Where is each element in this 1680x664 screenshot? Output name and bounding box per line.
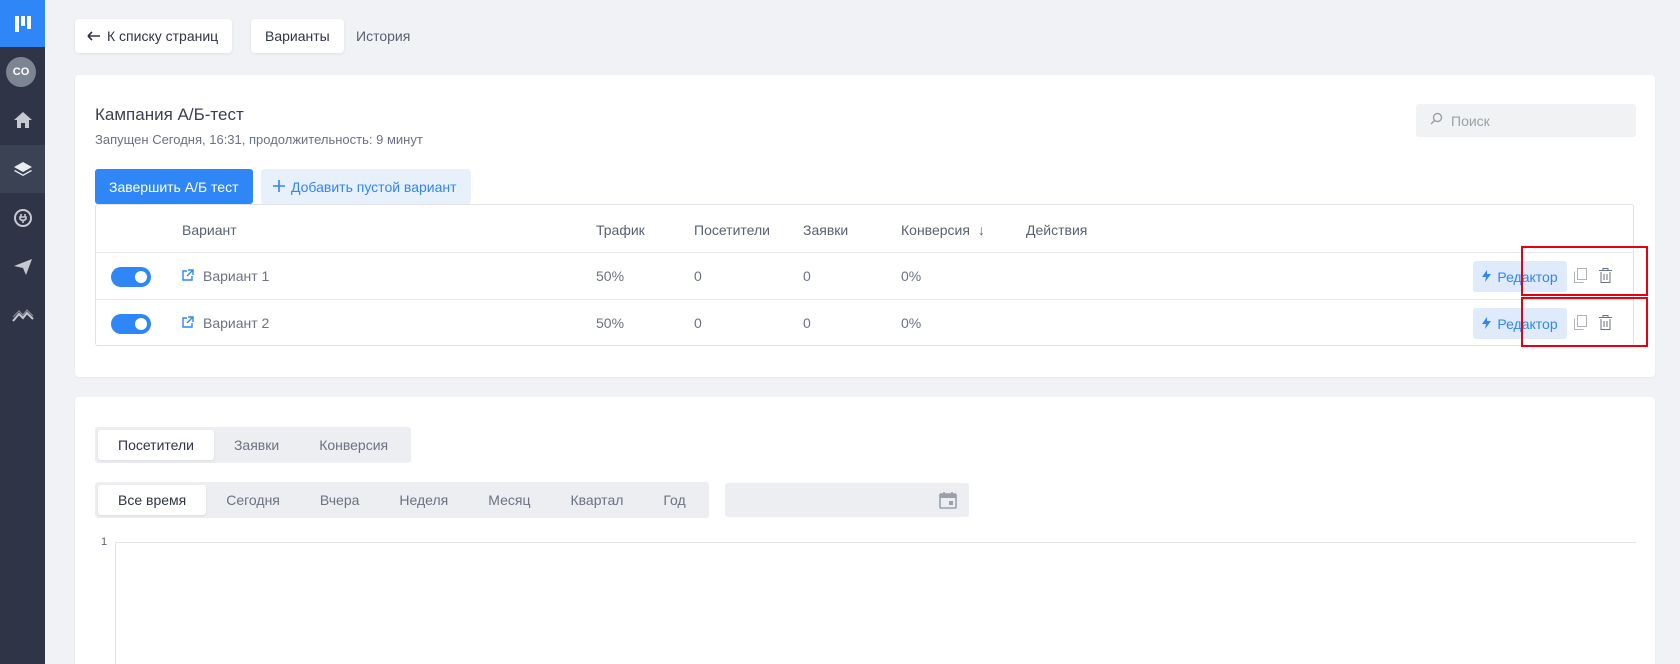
copy-icon[interactable]: [1574, 315, 1587, 335]
period-yesterday[interactable]: Вчера: [300, 485, 380, 515]
back-to-pages-button[interactable]: К списку страниц: [75, 19, 233, 53]
campaign-subtitle: Запущен Сегодня, 16:31, продолжительност…: [95, 132, 423, 147]
calendar-icon: [939, 491, 957, 514]
variant-traffic: 50%: [596, 315, 625, 331]
tab-variants[interactable]: Варианты: [251, 19, 344, 53]
copy-icon[interactable]: [1574, 268, 1587, 288]
external-link-icon[interactable]: [181, 269, 194, 287]
search-box[interactable]: [1416, 104, 1636, 137]
trash-icon[interactable]: [1599, 268, 1612, 288]
tab-visitors[interactable]: Посетители: [98, 430, 214, 460]
sort-desc-icon: ↓: [977, 222, 985, 238]
layers-icon[interactable]: [0, 145, 45, 193]
variant-visitors: 0: [694, 268, 702, 284]
lightning-icon: [1482, 316, 1492, 332]
header-leads: Заявки: [803, 222, 849, 238]
period-month[interactable]: Месяц: [468, 485, 550, 515]
period-all-time[interactable]: Все время: [98, 485, 207, 515]
chart-gridline: [115, 542, 1636, 543]
sidebar: CO: [0, 0, 45, 664]
tab-conversion[interactable]: Конверсия: [299, 430, 408, 460]
period-year[interactable]: Год: [643, 485, 705, 515]
header-actions: Действия: [1026, 222, 1088, 238]
search-input[interactable]: [1451, 112, 1621, 129]
variant-toggle[interactable]: [111, 267, 151, 287]
date-range-picker[interactable]: [725, 483, 969, 517]
variant-traffic: 50%: [596, 268, 625, 284]
tab-leads[interactable]: Заявки: [214, 430, 299, 460]
avatar[interactable]: CO: [6, 57, 36, 87]
page-title: Кампания А/Б-тест: [95, 105, 244, 124]
variant-toggle[interactable]: [111, 314, 151, 334]
header-variant: Вариант: [182, 222, 237, 238]
variant-conversion: 0%: [901, 315, 922, 331]
analytics-icon[interactable]: [0, 292, 45, 340]
chart-y-tick: 1: [101, 536, 108, 548]
search-icon: [1430, 112, 1443, 130]
period-tabs: Все время Сегодня Вчера Неделя Месяц Ква…: [95, 482, 709, 518]
metric-tabs: Посетители Заявки Конверсия: [95, 427, 412, 463]
lightning-icon: [1482, 269, 1492, 285]
editor-button-label: Редактор: [1497, 315, 1558, 332]
add-variant-button[interactable]: Добавить пустой вариант: [261, 169, 471, 204]
variant-name: Вариант 1: [203, 268, 270, 284]
plus-icon: [273, 179, 285, 195]
campaign-card: Кампания А/Б-тест Запущен Сегодня, 16:31…: [75, 75, 1655, 377]
editor-button-label: Редактор: [1497, 268, 1558, 285]
header-visitors: Посетители: [694, 222, 770, 238]
variant-name: Вариант 2: [203, 315, 270, 331]
tab-history[interactable]: История: [342, 19, 424, 53]
variant-leads: 0: [803, 315, 811, 331]
back-button-label: К списку страниц: [107, 28, 219, 44]
finish-ab-test-button[interactable]: Завершить А/Б тест: [95, 169, 253, 204]
table-row: Вариант 2 50% 0 0 0% Редактор: [96, 299, 1633, 346]
trash-icon[interactable]: [1599, 315, 1612, 335]
variant-visitors: 0: [694, 315, 702, 331]
add-variant-label: Добавить пустой вариант: [291, 178, 457, 195]
variants-table: Вариант Трафик Посетители Заявки Конверс…: [95, 204, 1634, 346]
variant-conversion: 0%: [901, 268, 922, 284]
period-today[interactable]: Сегодня: [206, 485, 300, 515]
statistics-card: Посетители Заявки Конверсия Все время Се…: [75, 397, 1655, 664]
period-quarter[interactable]: Квартал: [550, 485, 643, 515]
header-conversion[interactable]: Конверсия ↓: [901, 222, 985, 238]
logo-icon[interactable]: [0, 0, 45, 47]
plug-icon[interactable]: [0, 194, 45, 242]
external-link-icon[interactable]: [181, 316, 194, 334]
send-icon[interactable]: [0, 243, 45, 291]
variant-leads: 0: [803, 268, 811, 284]
table-row: Вариант 1 50% 0 0 0% Редактор: [96, 252, 1633, 299]
chart-y-axis: [115, 542, 116, 664]
editor-button[interactable]: Редактор: [1473, 308, 1567, 339]
arrow-left-icon: [87, 28, 101, 44]
header-traffic: Трафик: [596, 222, 645, 238]
home-icon[interactable]: [0, 96, 45, 144]
period-week[interactable]: Неделя: [379, 485, 468, 515]
header-conversion-label: Конверсия: [901, 222, 970, 238]
editor-button[interactable]: Редактор: [1473, 261, 1567, 292]
